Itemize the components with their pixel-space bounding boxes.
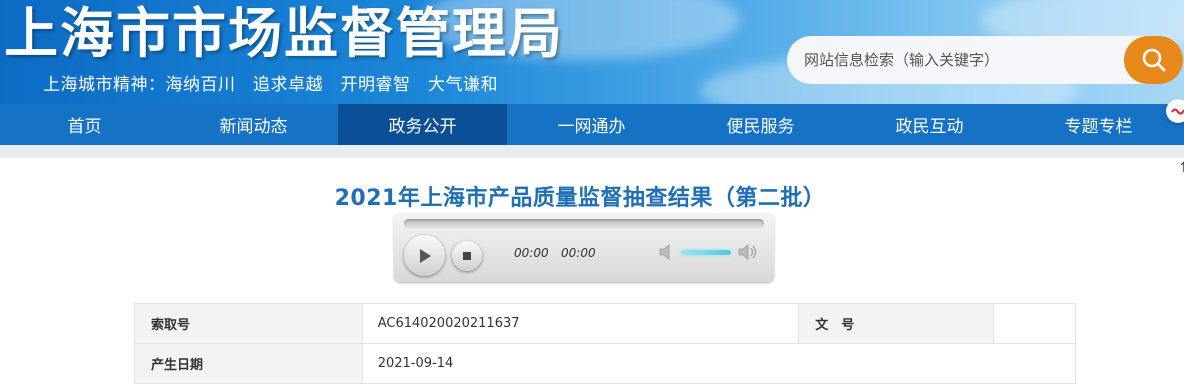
play-icon bbox=[419, 248, 431, 263]
nav-item-interaction[interactable]: 政民互动 bbox=[845, 104, 1014, 145]
main-nav: 首页 新闻动态 政务公开 一网通办 便民服务 政民互动 专题专栏 bbox=[0, 104, 1184, 145]
site-title: 上海市市场监督管理局 bbox=[4, 2, 564, 65]
seek-bar[interactable] bbox=[404, 219, 764, 228]
search-button[interactable] bbox=[1124, 36, 1183, 84]
volume-slider[interactable] bbox=[681, 250, 731, 255]
header-banner: 上海市市场监督管理局 上海城市精神：海纳百川 追求卓越 开明睿智 大气谦和 bbox=[0, 0, 1184, 104]
mute-icon[interactable] bbox=[658, 244, 676, 260]
meta-label-date: 产生日期 bbox=[134, 343, 363, 384]
meta-label-doc-no: 文 号 bbox=[798, 303, 995, 344]
play-button[interactable] bbox=[404, 235, 445, 276]
meta-value-date: 2021-09-14 bbox=[361, 343, 1077, 384]
volume-max-icon[interactable] bbox=[737, 244, 759, 260]
meta-value-doc-no bbox=[993, 303, 1076, 344]
nav-item-public-services[interactable]: 便民服务 bbox=[676, 104, 845, 145]
nav-item-special-topics[interactable]: 专题专栏 bbox=[1014, 104, 1183, 145]
assistant-icon bbox=[1171, 108, 1184, 115]
meta-value-index-no: AC614020020211637 bbox=[361, 303, 800, 344]
search-box bbox=[787, 36, 1183, 84]
edge-marker-icon: ↑ bbox=[1178, 160, 1184, 176]
duration-time: 00:00 bbox=[561, 246, 596, 260]
nav-item-online-services[interactable]: 一网通办 bbox=[507, 104, 676, 145]
site-motto: 上海城市精神：海纳百川 追求卓越 开明睿智 大气谦和 bbox=[43, 75, 498, 95]
stop-icon bbox=[463, 252, 471, 260]
audio-player: 00:00 00:00 bbox=[394, 213, 774, 282]
stop-button[interactable] bbox=[452, 241, 482, 271]
table-row: 索取号 AC614020020211637 文 号 bbox=[134, 303, 1076, 344]
current-time: 00:00 bbox=[514, 246, 549, 260]
nav-shadow-strip bbox=[0, 145, 1184, 158]
nav-item-home[interactable]: 首页 bbox=[0, 104, 169, 145]
floating-assistant-button[interactable] bbox=[1166, 99, 1184, 123]
table-row: 产生日期 2021-09-14 bbox=[134, 343, 1077, 384]
search-icon bbox=[1142, 48, 1165, 72]
meta-label-index-no: 索取号 bbox=[134, 303, 363, 344]
nav-item-government-affairs[interactable]: 政务公开 bbox=[338, 104, 507, 145]
nav-item-news[interactable]: 新闻动态 bbox=[169, 104, 338, 145]
document-meta-table: 索取号 AC614020020211637 文 号 产生日期 2021-09-1… bbox=[134, 303, 1077, 384]
search-input[interactable] bbox=[787, 36, 1127, 84]
article-title: 2021年上海市产品质量监督抽查结果（第二批） bbox=[334, 186, 826, 211]
